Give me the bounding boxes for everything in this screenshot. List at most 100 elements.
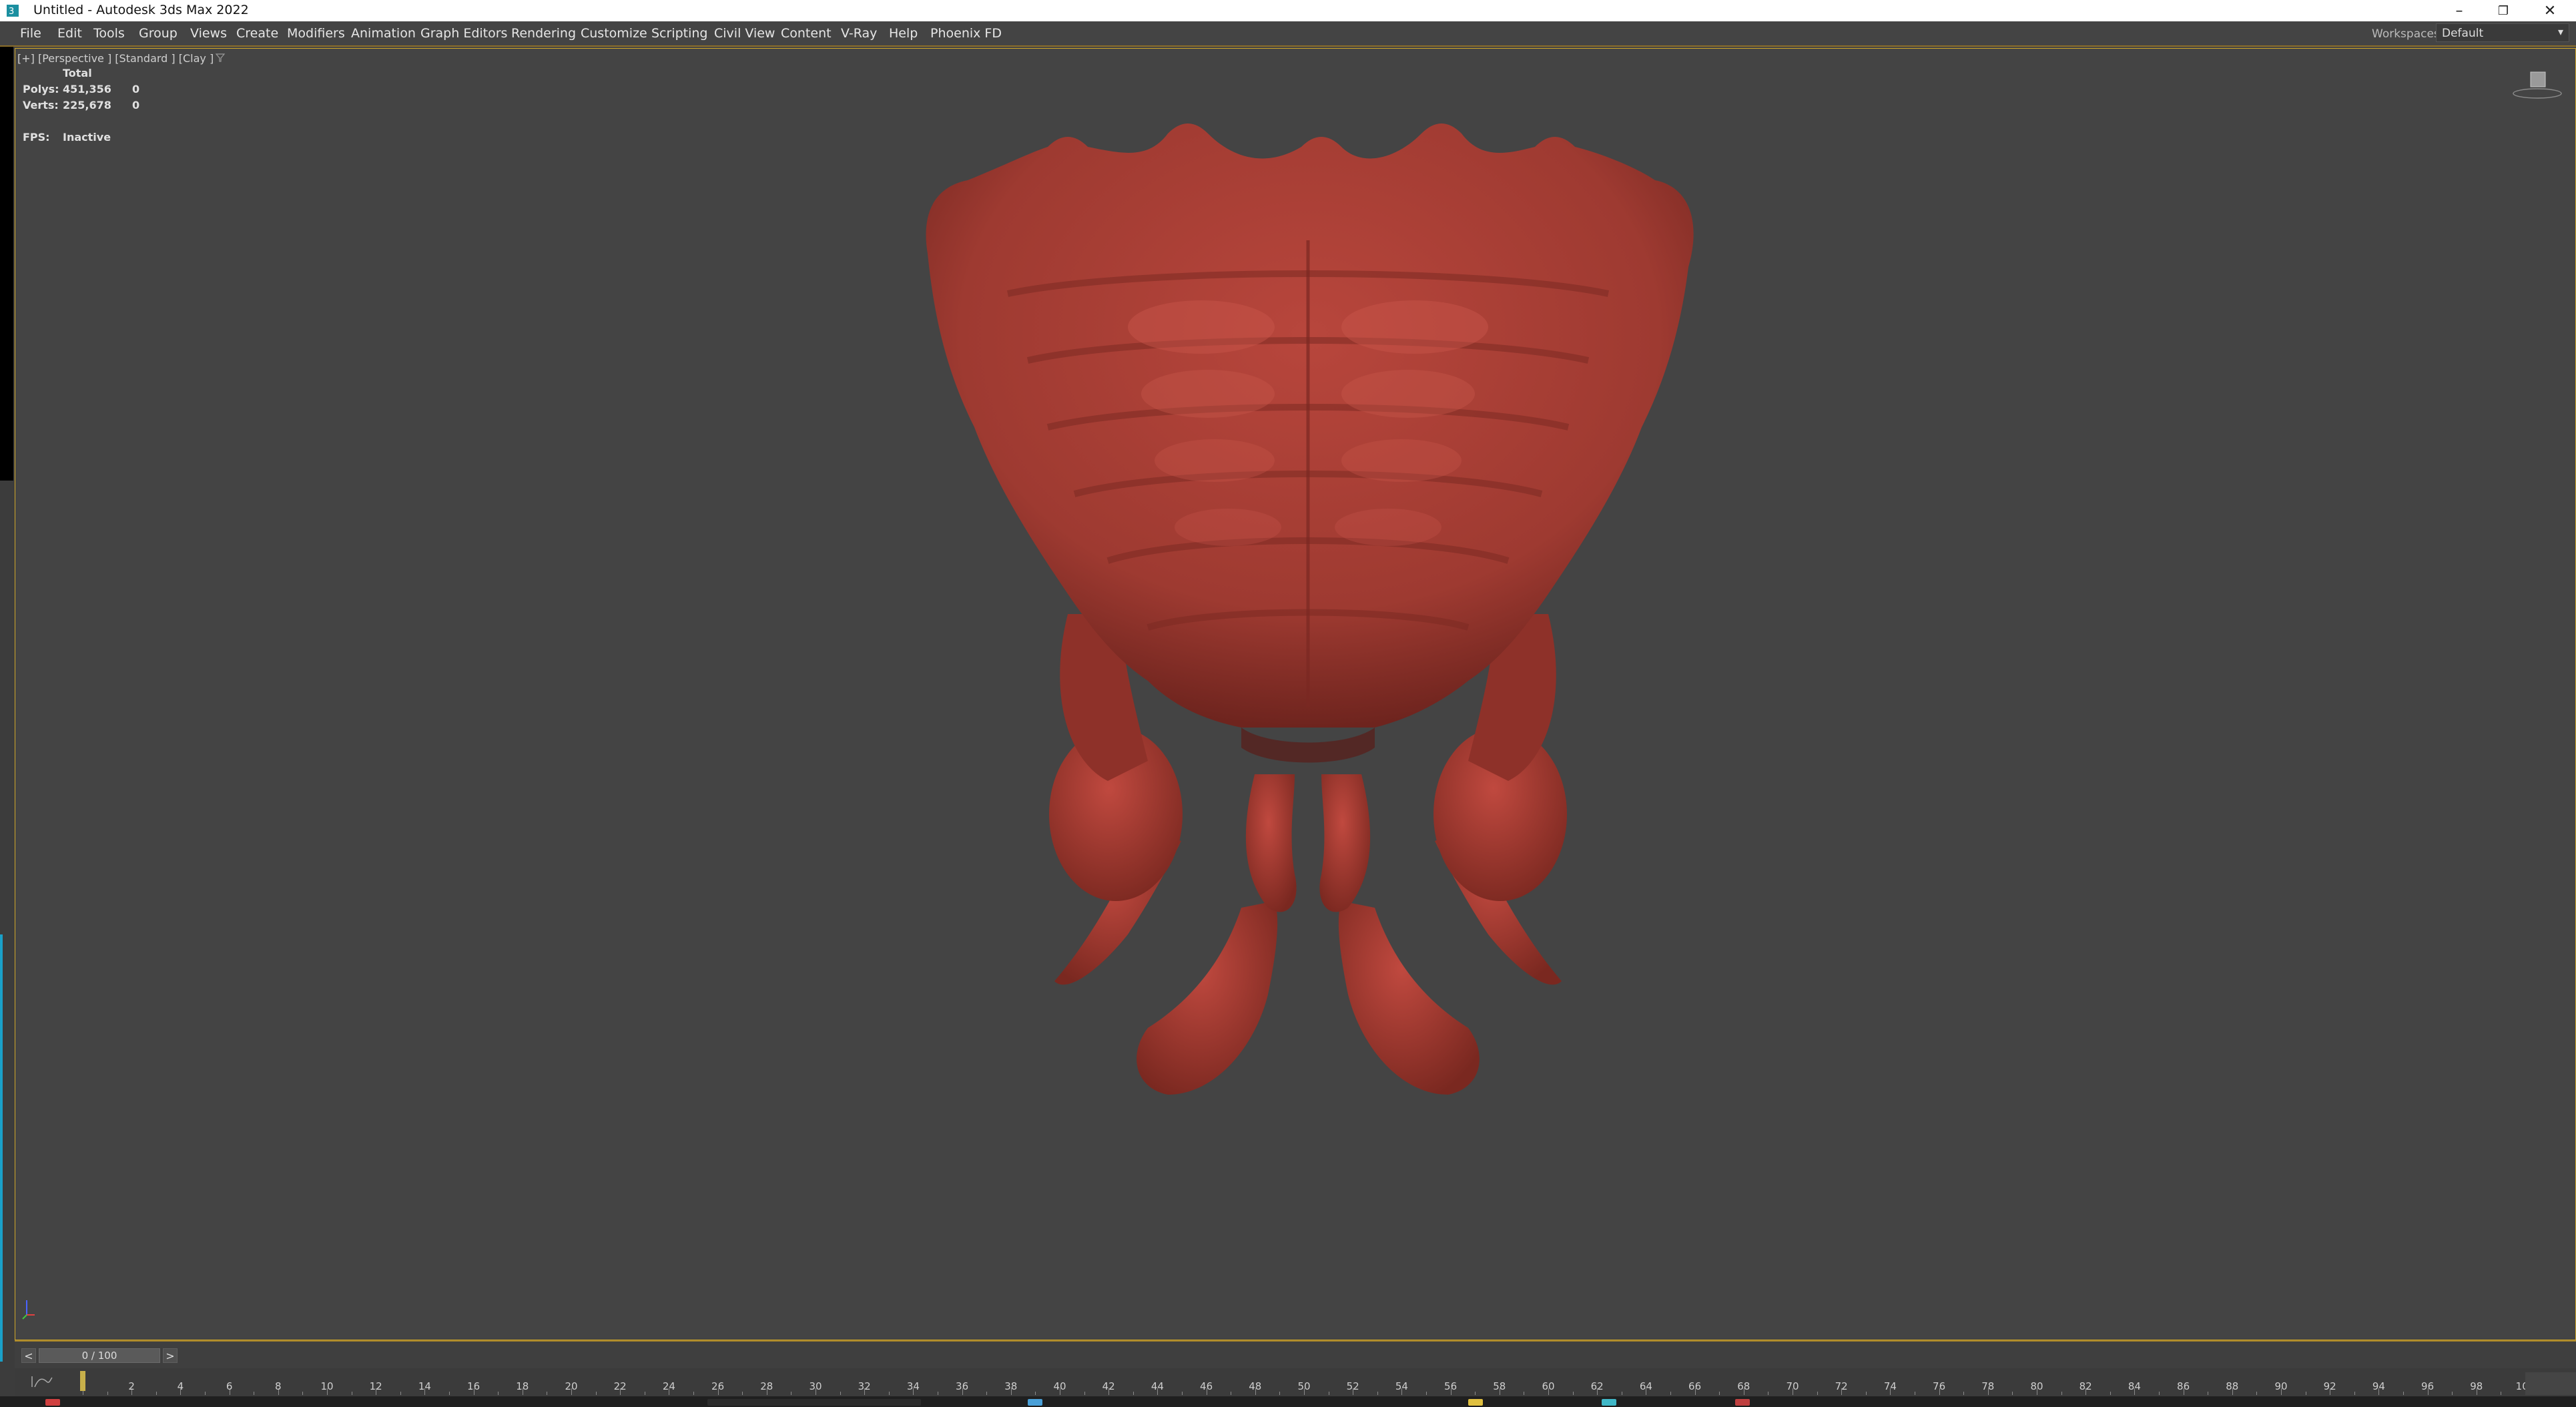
ruler-label: 56: [1444, 1380, 1458, 1392]
time-slider-next-button[interactable]: >: [163, 1348, 178, 1363]
time-slider-thumb[interactable]: 0 / 100: [39, 1348, 160, 1363]
time-slider-bar: [15, 1340, 2576, 1368]
ruler-tick: [2110, 1392, 2111, 1395]
ruler-tick: [1279, 1392, 1281, 1395]
workspaces-value: Default: [2442, 27, 2484, 40]
minimize-button[interactable]: –: [2436, 0, 2483, 21]
ruler-label: 74: [1883, 1380, 1897, 1392]
ruler-label: 70: [1786, 1380, 1799, 1392]
filter-icon[interactable]: [215, 52, 226, 63]
taskbar-app-icon[interactable]: [1028, 1399, 1042, 1406]
ruler-label: 90: [2274, 1380, 2288, 1392]
ruler-label: 86: [2177, 1380, 2190, 1392]
stats-label: Verts:: [23, 99, 59, 111]
track-bar-ruler[interactable]: 0246810121416182022242628303234363840424…: [79, 1372, 2535, 1395]
menu-edit[interactable]: Edit: [57, 26, 82, 41]
ruler-label: 58: [1493, 1380, 1506, 1392]
time-slider-prev-button[interactable]: <: [21, 1348, 36, 1363]
menu-file[interactable]: File: [20, 26, 41, 41]
menu-phoenix-fd[interactable]: Phoenix FD: [930, 26, 1002, 41]
viewport-label-menu[interactable]: [+] [Perspective ] [Standard ] [Clay ]: [17, 52, 214, 65]
taskbar-search-box[interactable]: [707, 1399, 921, 1406]
ruler-tick: [2452, 1392, 2453, 1395]
menu-modifiers[interactable]: Modifiers: [287, 26, 345, 41]
left-panel-accent: [0, 934, 3, 1362]
axis-tripod-icon: [22, 1300, 35, 1320]
ruler-label: 48: [1249, 1380, 1262, 1392]
ruler-tick: [693, 1392, 694, 1395]
viewcube-icon[interactable]: [2512, 67, 2563, 103]
ruler-tick: [1377, 1392, 1378, 1395]
ruler-label: 46: [1200, 1380, 1213, 1392]
stats-total: 225,678: [63, 99, 111, 111]
ruler-tick: [1719, 1392, 1720, 1395]
stats-header: Total: [63, 67, 92, 79]
ruler-tick: [1133, 1392, 1134, 1395]
menu-tools[interactable]: Tools: [93, 26, 125, 41]
menu-v-ray[interactable]: V-Ray: [841, 26, 877, 41]
ruler-label: 80: [2030, 1380, 2043, 1392]
menu-views[interactable]: Views: [190, 26, 227, 41]
taskbar-app-icon[interactable]: [1602, 1399, 1616, 1406]
ruler-label: 26: [711, 1380, 725, 1392]
menu-scripting[interactable]: Scripting: [651, 26, 708, 41]
menu-customize[interactable]: Customize: [581, 26, 647, 41]
ruler-tick: [1572, 1392, 1574, 1395]
menu-content[interactable]: Content: [781, 26, 832, 41]
mini-curve-editor-icon[interactable]: [28, 1374, 55, 1390]
restore-button[interactable]: ❐: [2480, 0, 2527, 21]
taskbar-app-icon[interactable]: [45, 1399, 60, 1406]
ruler-label: 76: [1933, 1380, 1946, 1392]
stats-total: 451,356: [63, 83, 111, 95]
workspaces-label: Workspaces:: [2372, 27, 2444, 41]
taskbar-app-icon[interactable]: [1468, 1399, 1483, 1406]
current-frame-marker[interactable]: [80, 1371, 85, 1391]
ruler-label: 50: [1297, 1380, 1311, 1392]
ruler-label: 2: [128, 1380, 135, 1392]
ruler-tick: [1670, 1392, 1671, 1395]
ruler-tick: [742, 1392, 743, 1395]
ruler-label: 66: [1688, 1380, 1702, 1392]
ruler-tick: [205, 1392, 206, 1395]
menu-create[interactable]: Create: [236, 26, 278, 41]
ruler-tick: [155, 1392, 157, 1395]
ruler-label: 54: [1395, 1380, 1408, 1392]
svg-text:3: 3: [9, 7, 14, 17]
3ds-max-logo-icon: 3: [7, 5, 19, 17]
ruler-tick: [2354, 1392, 2355, 1395]
window-title: Untitled - Autodesk 3ds Max 2022: [33, 3, 249, 17]
ruler-tick: [1963, 1392, 1965, 1395]
ruler-label: 92: [2323, 1380, 2336, 1392]
stats-selected: 0: [132, 99, 140, 111]
menu-civil-view[interactable]: Civil View: [714, 26, 775, 41]
ruler-label: 72: [1835, 1380, 1848, 1392]
menu-group[interactable]: Group: [139, 26, 178, 41]
ruler-label: 38: [1004, 1380, 1018, 1392]
stats-selected: 0: [132, 83, 140, 95]
menu-animation[interactable]: Animation: [351, 26, 416, 41]
menu-rendering[interactable]: Rendering: [511, 26, 576, 41]
menu-help[interactable]: Help: [889, 26, 918, 41]
clay-sculpt-model[interactable]: [868, 107, 1748, 1148]
ruler-tick: [400, 1392, 401, 1395]
ruler-label: 68: [1737, 1380, 1750, 1392]
ruler-tick: [498, 1392, 499, 1395]
ruler-tick: [107, 1392, 108, 1395]
workspaces-dropdown[interactable]: Default ▾: [2436, 23, 2569, 42]
close-button[interactable]: ✕: [2527, 0, 2573, 21]
ruler-label: 82: [2079, 1380, 2092, 1392]
ruler-label: 16: [467, 1380, 480, 1392]
ruler-tick: [595, 1392, 597, 1395]
ruler-label: 96: [2421, 1380, 2435, 1392]
os-taskbar: [0, 1396, 2576, 1407]
ruler-tick: [840, 1392, 841, 1395]
ruler-label: 78: [1981, 1380, 1995, 1392]
menu-graph-editors[interactable]: Graph Editors: [420, 26, 507, 41]
taskbar-app-icon[interactable]: [1735, 1399, 1750, 1406]
ruler-tick: [2256, 1392, 2258, 1395]
ruler-label: 24: [662, 1380, 675, 1392]
ruler-tick: [1182, 1392, 1183, 1395]
ruler-label: 62: [1590, 1380, 1604, 1392]
ruler-tick: [888, 1392, 890, 1395]
ruler-label: 42: [1102, 1380, 1115, 1392]
